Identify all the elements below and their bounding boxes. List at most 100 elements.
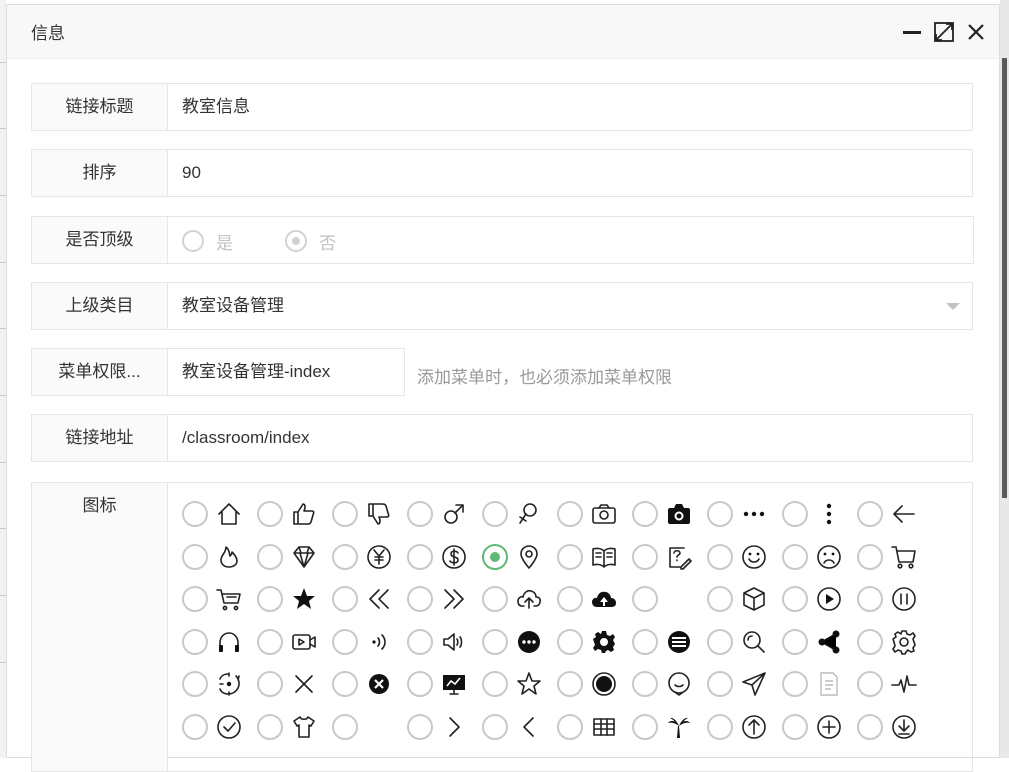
- chevron-right-icon[interactable]: [441, 714, 467, 740]
- scrollbar-thumb[interactable]: [1002, 58, 1007, 498]
- page-scrollbar[interactable]: [1000, 0, 1009, 758]
- icon-radio[interactable]: [707, 628, 733, 655]
- icon-option[interactable]: [257, 663, 332, 705]
- presentation-icon[interactable]: [441, 671, 467, 697]
- icon-radio[interactable]: [182, 671, 208, 697]
- home-icon[interactable]: [216, 501, 242, 527]
- icon-radio[interactable]: [332, 586, 358, 612]
- icon-option[interactable]: [182, 536, 257, 578]
- star-outline-icon[interactable]: [516, 671, 542, 697]
- icon-option[interactable]: [257, 536, 332, 578]
- diamond-icon[interactable]: [291, 544, 317, 570]
- icon-radio[interactable]: [632, 501, 658, 527]
- icon-radio[interactable]: [257, 586, 283, 612]
- icon-option[interactable]: [182, 706, 257, 748]
- order-input[interactable]: 90: [182, 150, 201, 196]
- check-circle-icon[interactable]: [216, 714, 242, 740]
- chevron-left-icon[interactable]: [516, 714, 542, 740]
- dollar-icon[interactable]: [441, 544, 467, 570]
- icon-radio[interactable]: [332, 713, 358, 740]
- icon-radio[interactable]: [857, 628, 883, 655]
- icon-option[interactable]: [182, 578, 257, 620]
- icon-option[interactable]: [707, 493, 782, 535]
- chat-outline-icon[interactable]: [666, 671, 692, 697]
- cloud-icon[interactable]: [591, 586, 617, 612]
- icon-option[interactable]: [407, 536, 482, 578]
- icon-option[interactable]: [782, 663, 857, 705]
- icon-radio[interactable]: [782, 628, 808, 655]
- radio-no[interactable]: [285, 230, 307, 252]
- close-thin-icon[interactable]: [291, 671, 317, 697]
- icon-radio[interactable]: [407, 501, 433, 527]
- icon-radio[interactable]: [182, 543, 208, 570]
- female-icon[interactable]: [516, 501, 542, 527]
- double-left-icon[interactable]: [366, 586, 392, 612]
- icon-radio[interactable]: [707, 671, 733, 697]
- icon-radio[interactable]: [707, 543, 733, 570]
- icon-option[interactable]: [482, 621, 557, 663]
- minimize-icon[interactable]: [901, 21, 923, 43]
- icon-option[interactable]: [257, 706, 332, 748]
- icon-radio[interactable]: [257, 628, 283, 655]
- icon-option[interactable]: [782, 578, 857, 620]
- icon-option[interactable]: [182, 621, 257, 663]
- plus-circle-icon[interactable]: [816, 714, 842, 740]
- share-icon[interactable]: [816, 629, 842, 655]
- icon-option[interactable]: [257, 621, 332, 663]
- cube-icon[interactable]: [741, 586, 767, 612]
- camera-outline-icon[interactable]: [591, 501, 617, 527]
- icon-option[interactable]: [557, 536, 632, 578]
- icon-radio[interactable]: [857, 501, 883, 527]
- icon-radio[interactable]: [782, 586, 808, 612]
- pulse-icon[interactable]: [891, 671, 917, 697]
- icon-option[interactable]: [707, 621, 782, 663]
- close-circle-icon[interactable]: [366, 671, 392, 697]
- sound-waves-icon[interactable]: [366, 629, 392, 655]
- icon-option[interactable]: [407, 493, 482, 535]
- table-icon[interactable]: [591, 714, 617, 740]
- arrow-left-icon[interactable]: [891, 501, 917, 527]
- video-icon[interactable]: [291, 629, 317, 655]
- icon-option[interactable]: [632, 663, 707, 705]
- icon-radio[interactable]: [707, 713, 733, 740]
- icon-option[interactable]: [257, 578, 332, 620]
- smile-icon[interactable]: [741, 544, 767, 570]
- book-icon[interactable]: [591, 544, 617, 570]
- icon-radio[interactable]: [482, 671, 508, 697]
- icon-option[interactable]: [857, 578, 932, 620]
- icon-option[interactable]: [182, 663, 257, 705]
- icon-radio[interactable]: [332, 628, 358, 655]
- icon-radio[interactable]: [857, 671, 883, 697]
- blank-icon[interactable]: [366, 714, 392, 740]
- icon-radio[interactable]: [257, 501, 283, 527]
- location-icon[interactable]: [516, 544, 542, 570]
- icon-option[interactable]: [632, 706, 707, 748]
- icon-radio[interactable]: [482, 586, 508, 612]
- icon-option[interactable]: [782, 493, 857, 535]
- play-icon[interactable]: [816, 586, 842, 612]
- icon-radio[interactable]: [557, 713, 583, 740]
- icon-option[interactable]: [407, 578, 482, 620]
- link-title-input[interactable]: 教室信息: [182, 84, 250, 130]
- icon-radio[interactable]: [407, 586, 433, 612]
- fire-icon[interactable]: [216, 544, 242, 570]
- icon-option[interactable]: [782, 621, 857, 663]
- icon-radio[interactable]: [782, 713, 808, 740]
- icon-radio[interactable]: [407, 628, 433, 655]
- icon-radio[interactable]: [782, 671, 808, 697]
- cart-icon[interactable]: [891, 544, 917, 570]
- icon-radio[interactable]: [557, 543, 583, 570]
- star-icon[interactable]: [291, 586, 317, 612]
- icon-radio[interactable]: [632, 543, 658, 570]
- icon-option[interactable]: [632, 621, 707, 663]
- icon-radio[interactable]: [482, 628, 508, 655]
- icon-radio[interactable]: [407, 543, 433, 570]
- record-icon[interactable]: [591, 671, 617, 697]
- icon-radio[interactable]: [482, 713, 508, 740]
- radio-yes[interactable]: [182, 230, 204, 252]
- icon-radio[interactable]: [632, 586, 658, 612]
- icon-radio[interactable]: [332, 543, 358, 570]
- icon-option[interactable]: [557, 706, 632, 748]
- radio-no-label[interactable]: 否: [319, 229, 336, 254]
- thumbs-up-icon[interactable]: [291, 501, 317, 527]
